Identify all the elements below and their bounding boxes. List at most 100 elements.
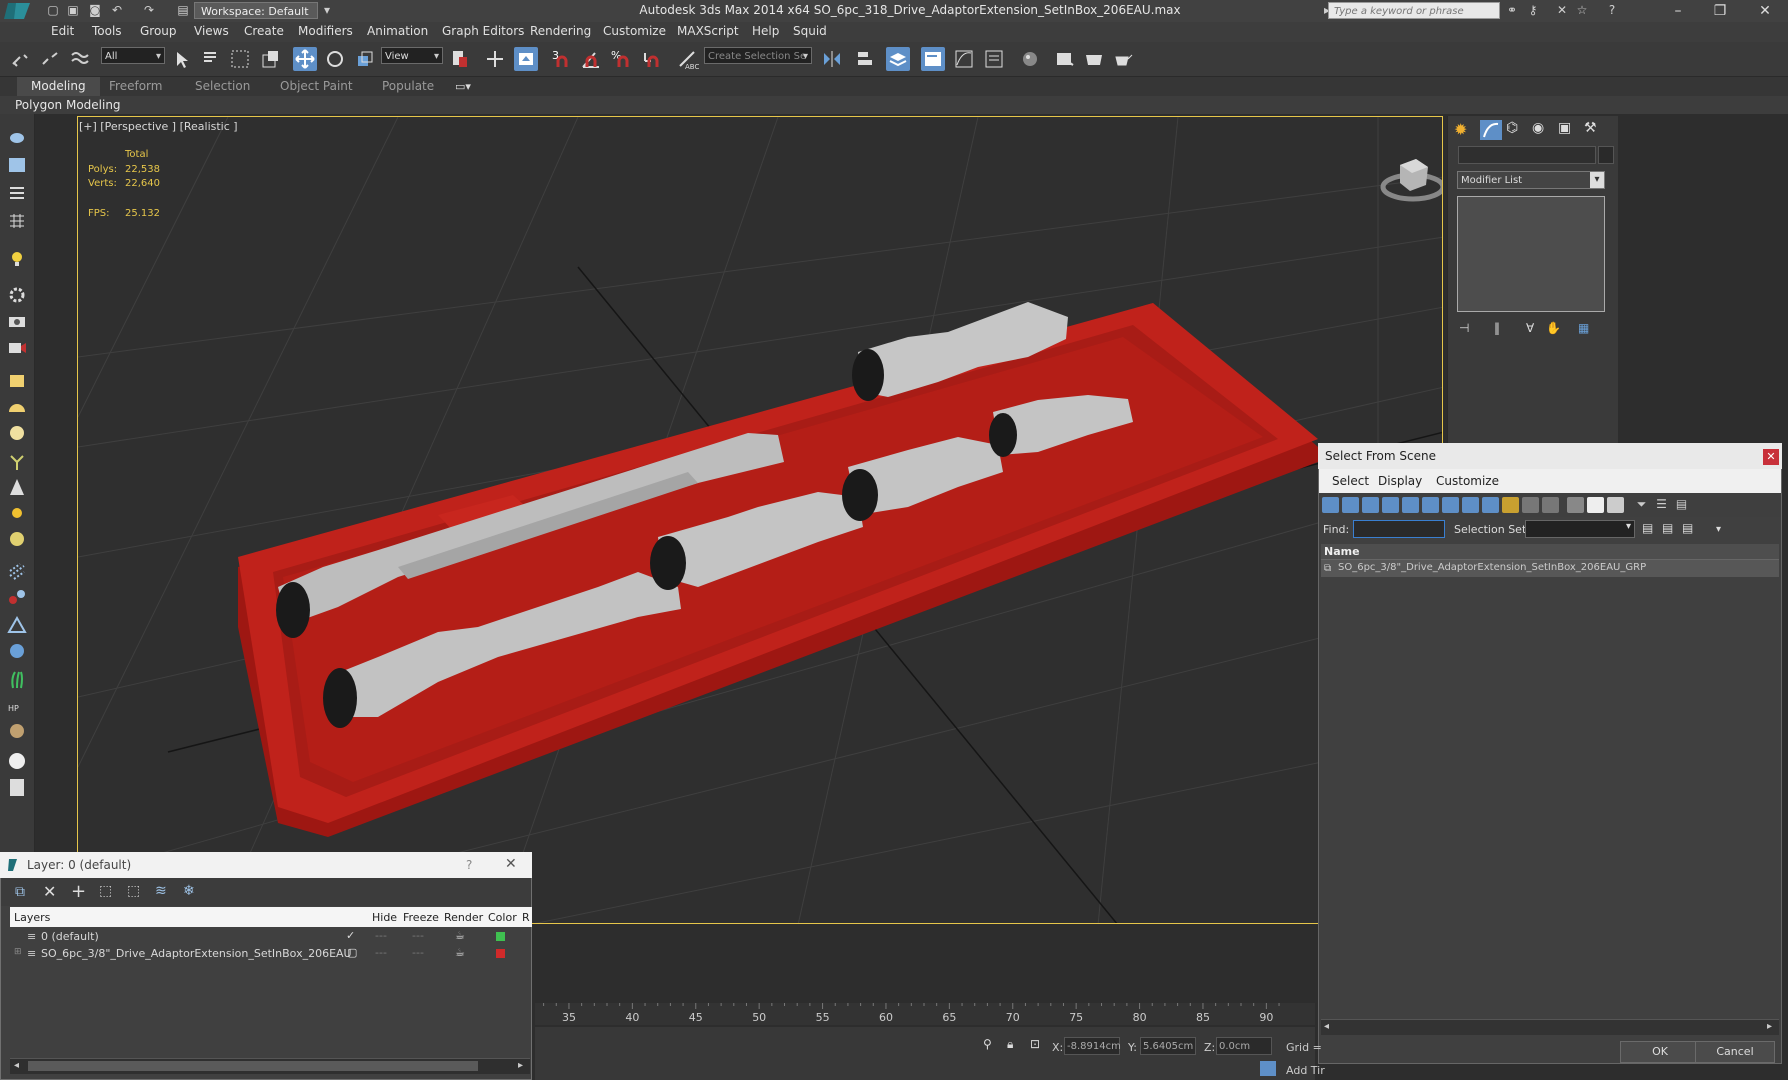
expand-icon[interactable]: ⊞ [14,947,22,957]
hide-toggle[interactable]: --- [375,946,387,959]
teapot-icon[interactable] [5,126,29,148]
restore-icon[interactable]: ❐ [1697,0,1743,22]
shell-icon[interactable] [5,720,29,742]
rendered-frame-window-icon[interactable] [1082,47,1106,71]
configure-modifier-sets-icon[interactable]: ▦ [1578,321,1589,335]
display-frozen-icon[interactable] [1522,497,1539,513]
column-layers[interactable]: Layers [14,911,50,924]
reference-coordinate-dropdown[interactable]: View [381,47,443,65]
add-to-selection-set-icon[interactable]: ▤ [1662,521,1673,535]
remove-modifier-icon[interactable]: ✋ [1546,321,1561,335]
delete-layer-icon[interactable]: ✕ [43,882,56,901]
scroll-right-icon[interactable]: ▸ [518,1060,523,1071]
display-helpers-icon[interactable] [1402,497,1419,513]
align-icon[interactable] [852,47,876,71]
scale-tool-icon[interactable] [353,47,377,71]
sphere-icon[interactable] [5,422,29,444]
selection-filter-dropdown[interactable]: All [101,47,165,65]
polygon-modeling-panel[interactable]: Polygon Modeling [15,98,121,112]
menu-animation[interactable]: Animation [367,24,428,38]
display-tab-icon[interactable]: ▣ [1558,120,1580,140]
menu-maxscript[interactable]: MAXScript [677,24,739,38]
column-freeze[interactable]: Freeze [403,911,439,924]
display-lights-icon[interactable] [1362,497,1379,513]
tab-selection[interactable]: Selection [195,79,250,93]
y-coord-field[interactable]: 5.6405cm [1140,1037,1196,1055]
layer-color-swatch[interactable] [496,932,505,941]
freeze-toggle[interactable]: --- [412,929,424,942]
menu-customize[interactable]: Customize [1436,474,1499,488]
display-xrefs-icon[interactable] [1462,497,1479,513]
utilities-tab-icon[interactable]: ⚒ [1584,120,1606,140]
viewport-label[interactable]: [+] [Perspective ] [Realistic ] [79,120,238,133]
open-file-icon[interactable]: ▣ [64,2,82,19]
grid-icon[interactable] [5,210,29,232]
unlink-icon[interactable] [38,47,62,71]
exchange-icon[interactable]: ✕ [1553,2,1571,19]
binoculars-icon[interactable]: ⚭ [1503,2,1521,19]
close-icon[interactable]: ✕ [1742,0,1788,22]
favorite-star-icon[interactable]: ☆ [1573,2,1591,19]
white-sphere-icon[interactable] [5,750,29,772]
display-shapes-icon[interactable] [1342,497,1359,513]
display-hidden-icon[interactable] [1542,497,1559,513]
add-time-tag-icon[interactable] [1260,1061,1276,1076]
column-hide[interactable]: Hide [372,911,397,924]
selection-set-dropdown[interactable] [1525,520,1635,538]
hide-toggle[interactable]: --- [375,929,387,942]
menu-display[interactable]: Display [1378,474,1422,488]
options-arrow-icon[interactable]: ▾ [1716,524,1721,535]
perspective-viewport[interactable] [77,116,1443,924]
display-groups-icon[interactable] [1442,497,1459,513]
show-end-result-icon[interactable]: ‖ [1494,321,1500,335]
remove-from-selection-set-icon[interactable]: ▤ [1682,521,1693,535]
menu-views[interactable]: Views [194,24,229,38]
ribbon-options-icon[interactable]: ▭▾ [455,80,471,93]
redo-icon[interactable]: ↷ [140,2,158,19]
modify-tab-icon[interactable] [1480,120,1502,140]
make-unique-icon[interactable]: ∀ [1526,321,1534,335]
rectangle-selection-icon[interactable] [228,47,252,71]
link-icon[interactable] [8,47,32,71]
current-layer-check-icon[interactable]: ✓ [346,929,355,942]
select-objects-in-layer-icon[interactable]: ⬚ [99,883,112,899]
menu-help[interactable]: Help [752,24,779,38]
list-item[interactable]: ⧉ SO_6pc_3/8"_Drive_AdaptorExtension_Set… [1321,560,1779,577]
selection-set-arrow-icon[interactable]: ▾ [1626,521,1631,532]
cone-icon[interactable] [5,476,29,498]
schematic-view-icon[interactable] [982,47,1006,71]
angle-snap-icon[interactable] [579,47,603,71]
layer-row-default[interactable]: ≡ 0 (default) ✓ --- --- ☕︎ [10,929,530,946]
sort-icon[interactable]: ☰ [1653,497,1670,513]
gear-icon[interactable] [5,284,29,306]
menu-customize[interactable]: Customize [603,24,666,38]
selection-lock-icon[interactable]: ⚲ [983,1037,992,1051]
display-all-icon[interactable] [1567,497,1584,513]
new-file-icon[interactable]: ▢ [44,2,62,19]
list-icon[interactable] [5,182,29,204]
name-column-header[interactable]: Name [1321,544,1779,560]
menu-squid[interactable]: Squid [793,24,827,38]
layer-row-object[interactable]: ⊞ ≡ SO_6pc_3/8"_Drive_AdaptorExtension_S… [10,946,530,963]
scroll-left-icon[interactable]: ◂ [1324,1021,1329,1032]
bind-spacewarp-icon[interactable] [68,47,92,71]
layer-manager-titlebar[interactable]: Layer: 0 (default) ? ✕ [0,852,532,878]
add-to-layer-icon[interactable]: + [71,881,86,902]
globe-icon[interactable] [5,640,29,662]
invert-display-icon[interactable] [1607,497,1624,513]
hp-icon[interactable]: HP [5,694,29,716]
menu-tools[interactable]: Tools [92,24,122,38]
absolute-mode-icon[interactable]: ⊡ [1030,1037,1040,1051]
modifier-list-dropdown[interactable]: Modifier List [1457,171,1605,189]
light-bulb-icon[interactable] [5,248,29,270]
display-none-icon[interactable] [1587,497,1604,513]
menu-create[interactable]: Create [244,24,284,38]
close-icon[interactable]: ✕ [1763,449,1779,465]
move-tool-icon[interactable] [293,47,317,71]
display-geometry-icon[interactable] [1322,497,1339,513]
edit-named-selection-icon[interactable]: ABC [675,47,699,71]
scroll-left-icon[interactable]: ◂ [14,1060,19,1071]
menu-graph-editors[interactable]: Graph Editors [442,24,524,38]
undo-icon[interactable]: ↶ [108,2,126,19]
pin-stack-icon[interactable]: ⊣ [1459,321,1469,335]
